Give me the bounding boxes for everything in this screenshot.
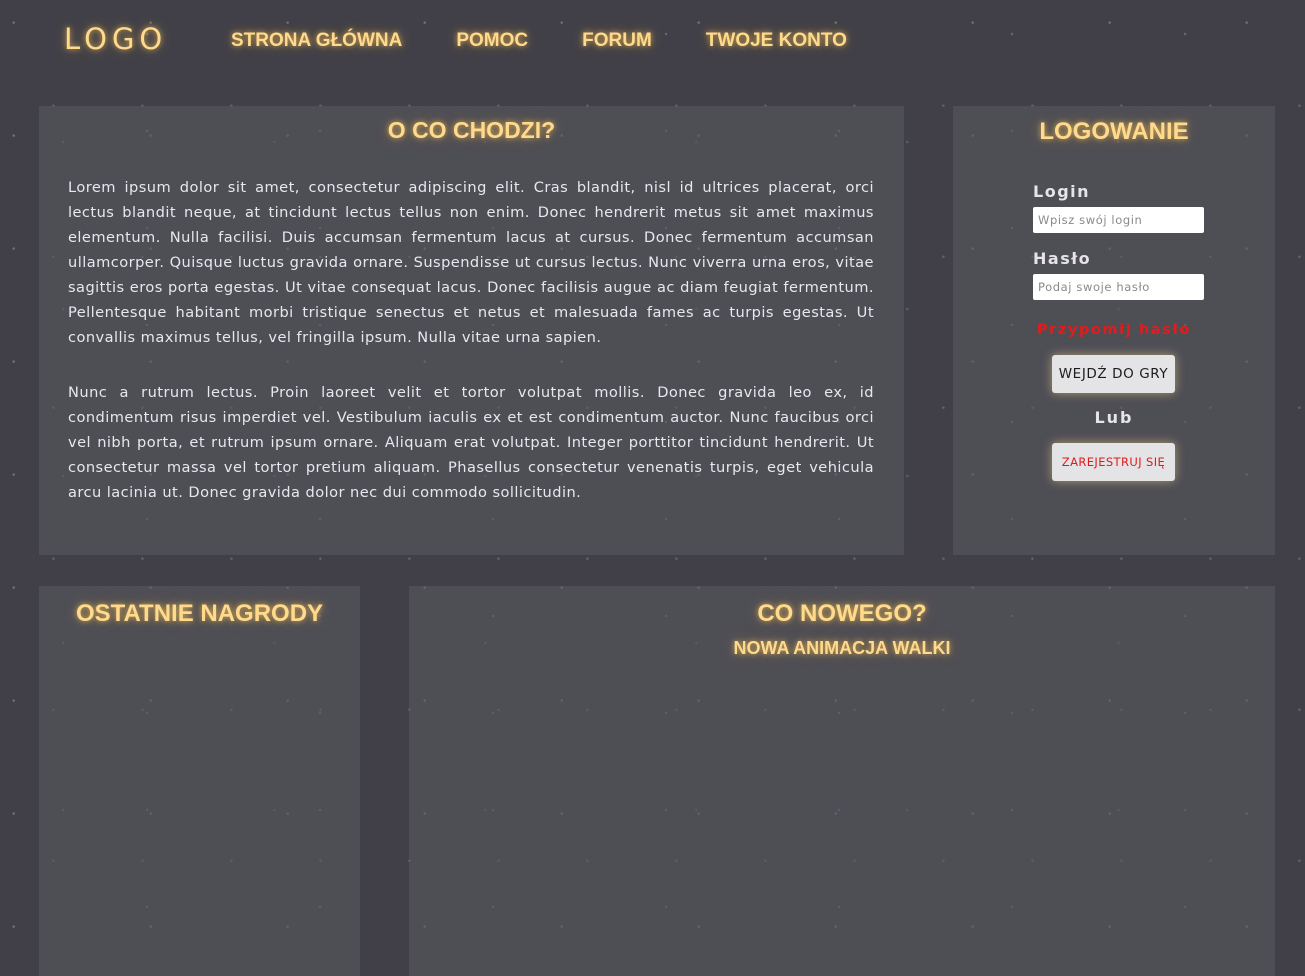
nav-item-help[interactable]: POMOC xyxy=(456,30,528,52)
nav-item-forum[interactable]: FORUM xyxy=(582,30,652,52)
remind-password-link[interactable]: Przypomij hasło xyxy=(953,322,1275,338)
password-input[interactable] xyxy=(1033,274,1204,300)
login-label: Login xyxy=(1033,182,1091,201)
password-label: Hasło xyxy=(1033,249,1092,268)
news-subtitle[interactable]: NOWA ANIMACJA WALKI xyxy=(409,638,1275,659)
nav-item-account[interactable]: TWOJE KONTO xyxy=(706,30,847,52)
login-input[interactable] xyxy=(1033,207,1204,233)
enter-game-button[interactable]: WEJDŹ DO GRY xyxy=(1052,355,1175,393)
login-panel: LOGOWANIE Login Hasło Przypomij hasło WE… xyxy=(953,106,1275,555)
news-title: CO NOWEGO? xyxy=(757,600,927,627)
about-text: Lorem ipsum dolor sit amet, consectetur … xyxy=(68,175,874,505)
logo[interactable]: LOGO xyxy=(64,22,167,56)
about-panel: O CO CHODZI? Lorem ipsum dolor sit amet,… xyxy=(39,106,904,555)
login-title: LOGOWANIE xyxy=(1039,118,1189,145)
about-title: O CO CHODZI? xyxy=(387,117,556,143)
register-button[interactable]: ZAREJESTRUJ SIĘ xyxy=(1052,443,1175,481)
login-form: Login Hasło xyxy=(1033,182,1204,300)
nav-item-home[interactable]: STRONA GŁÓWNA xyxy=(231,30,402,52)
main-nav: STRONA GŁÓWNA POMOC FORUM TWOJE KONTO xyxy=(231,30,901,52)
about-paragraph: Lorem ipsum dolor sit amet, consectetur … xyxy=(68,179,874,346)
or-separator: Lub xyxy=(1094,408,1134,427)
awards-title: OSTATNIE NAGRODY xyxy=(75,600,324,627)
awards-panel: OSTATNIE NAGRODY xyxy=(39,586,360,976)
about-paragraph: Nunc a rutrum lectus. Proin laoreet veli… xyxy=(68,384,874,501)
news-panel: CO NOWEGO? NOWA ANIMACJA WALKI xyxy=(409,586,1275,976)
